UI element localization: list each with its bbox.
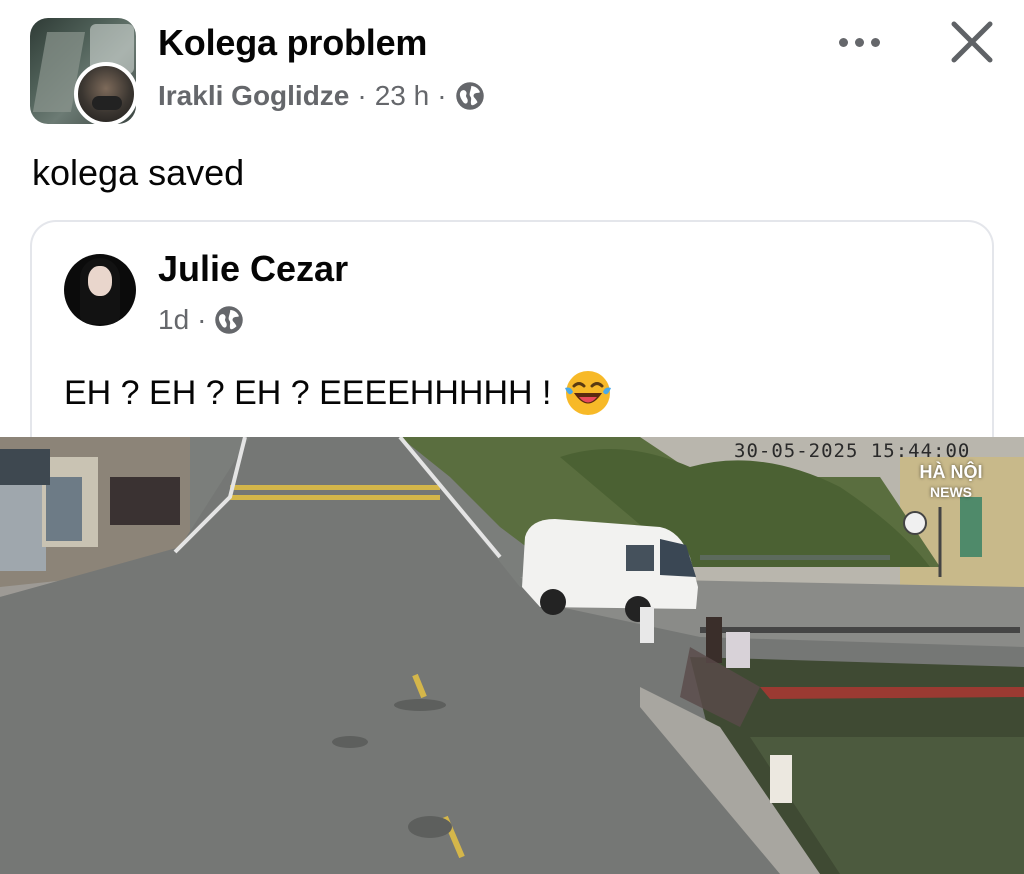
news-logo-line2: NEWS: [930, 484, 972, 500]
video-player[interactable]: 30-05-2025 15:44:00 HÀ NỘI NEWS: [0, 437, 1024, 874]
shared-post-author[interactable]: Julie Cezar: [158, 248, 348, 290]
shared-post-text-row: EH ? EH ? EH ? EEEEHHHHH !: [64, 368, 613, 418]
video-timestamp: 30-05-2025 15:44:00: [734, 440, 971, 462]
shared-post-time[interactable]: 1d: [158, 304, 189, 336]
news-watermark: HÀ NỘI NEWS: [916, 462, 986, 502]
post-time[interactable]: 23 h: [375, 80, 430, 112]
group-name[interactable]: Kolega problem: [158, 22, 427, 64]
shared-post-card[interactable]: Julie Cezar 1d · EH ? EH ? EH ? EEEEHHHH…: [30, 220, 994, 460]
shared-author-avatar[interactable]: [64, 254, 136, 326]
post-meta: Irakli Goglidze · 23 h ·: [158, 80, 485, 112]
globe-icon: [455, 82, 484, 110]
news-logo-line1: HÀ NỘI: [919, 462, 983, 482]
close-icon[interactable]: [946, 16, 998, 68]
post-header: Kolega problem Irakli Goglidze · 23 h ·: [0, 0, 1024, 140]
meta-separator: ·: [357, 80, 367, 111]
shared-post-text: EH ? EH ? EH ? EEEEHHHHH !: [64, 373, 552, 412]
shared-post-meta: 1d ·: [158, 304, 244, 336]
post-author[interactable]: Irakli Goglidze: [158, 80, 349, 112]
post-text: kolega saved: [32, 152, 245, 193]
globe-icon: [215, 306, 244, 334]
meta-separator: ·: [437, 80, 447, 111]
author-profile-picture[interactable]: [74, 62, 138, 126]
video-frame: [0, 437, 1024, 874]
group-avatar[interactable]: [30, 18, 138, 126]
meta-separator: ·: [197, 304, 207, 335]
more-options-icon[interactable]: [832, 24, 886, 60]
laughing-tears-emoji: [565, 371, 612, 415]
